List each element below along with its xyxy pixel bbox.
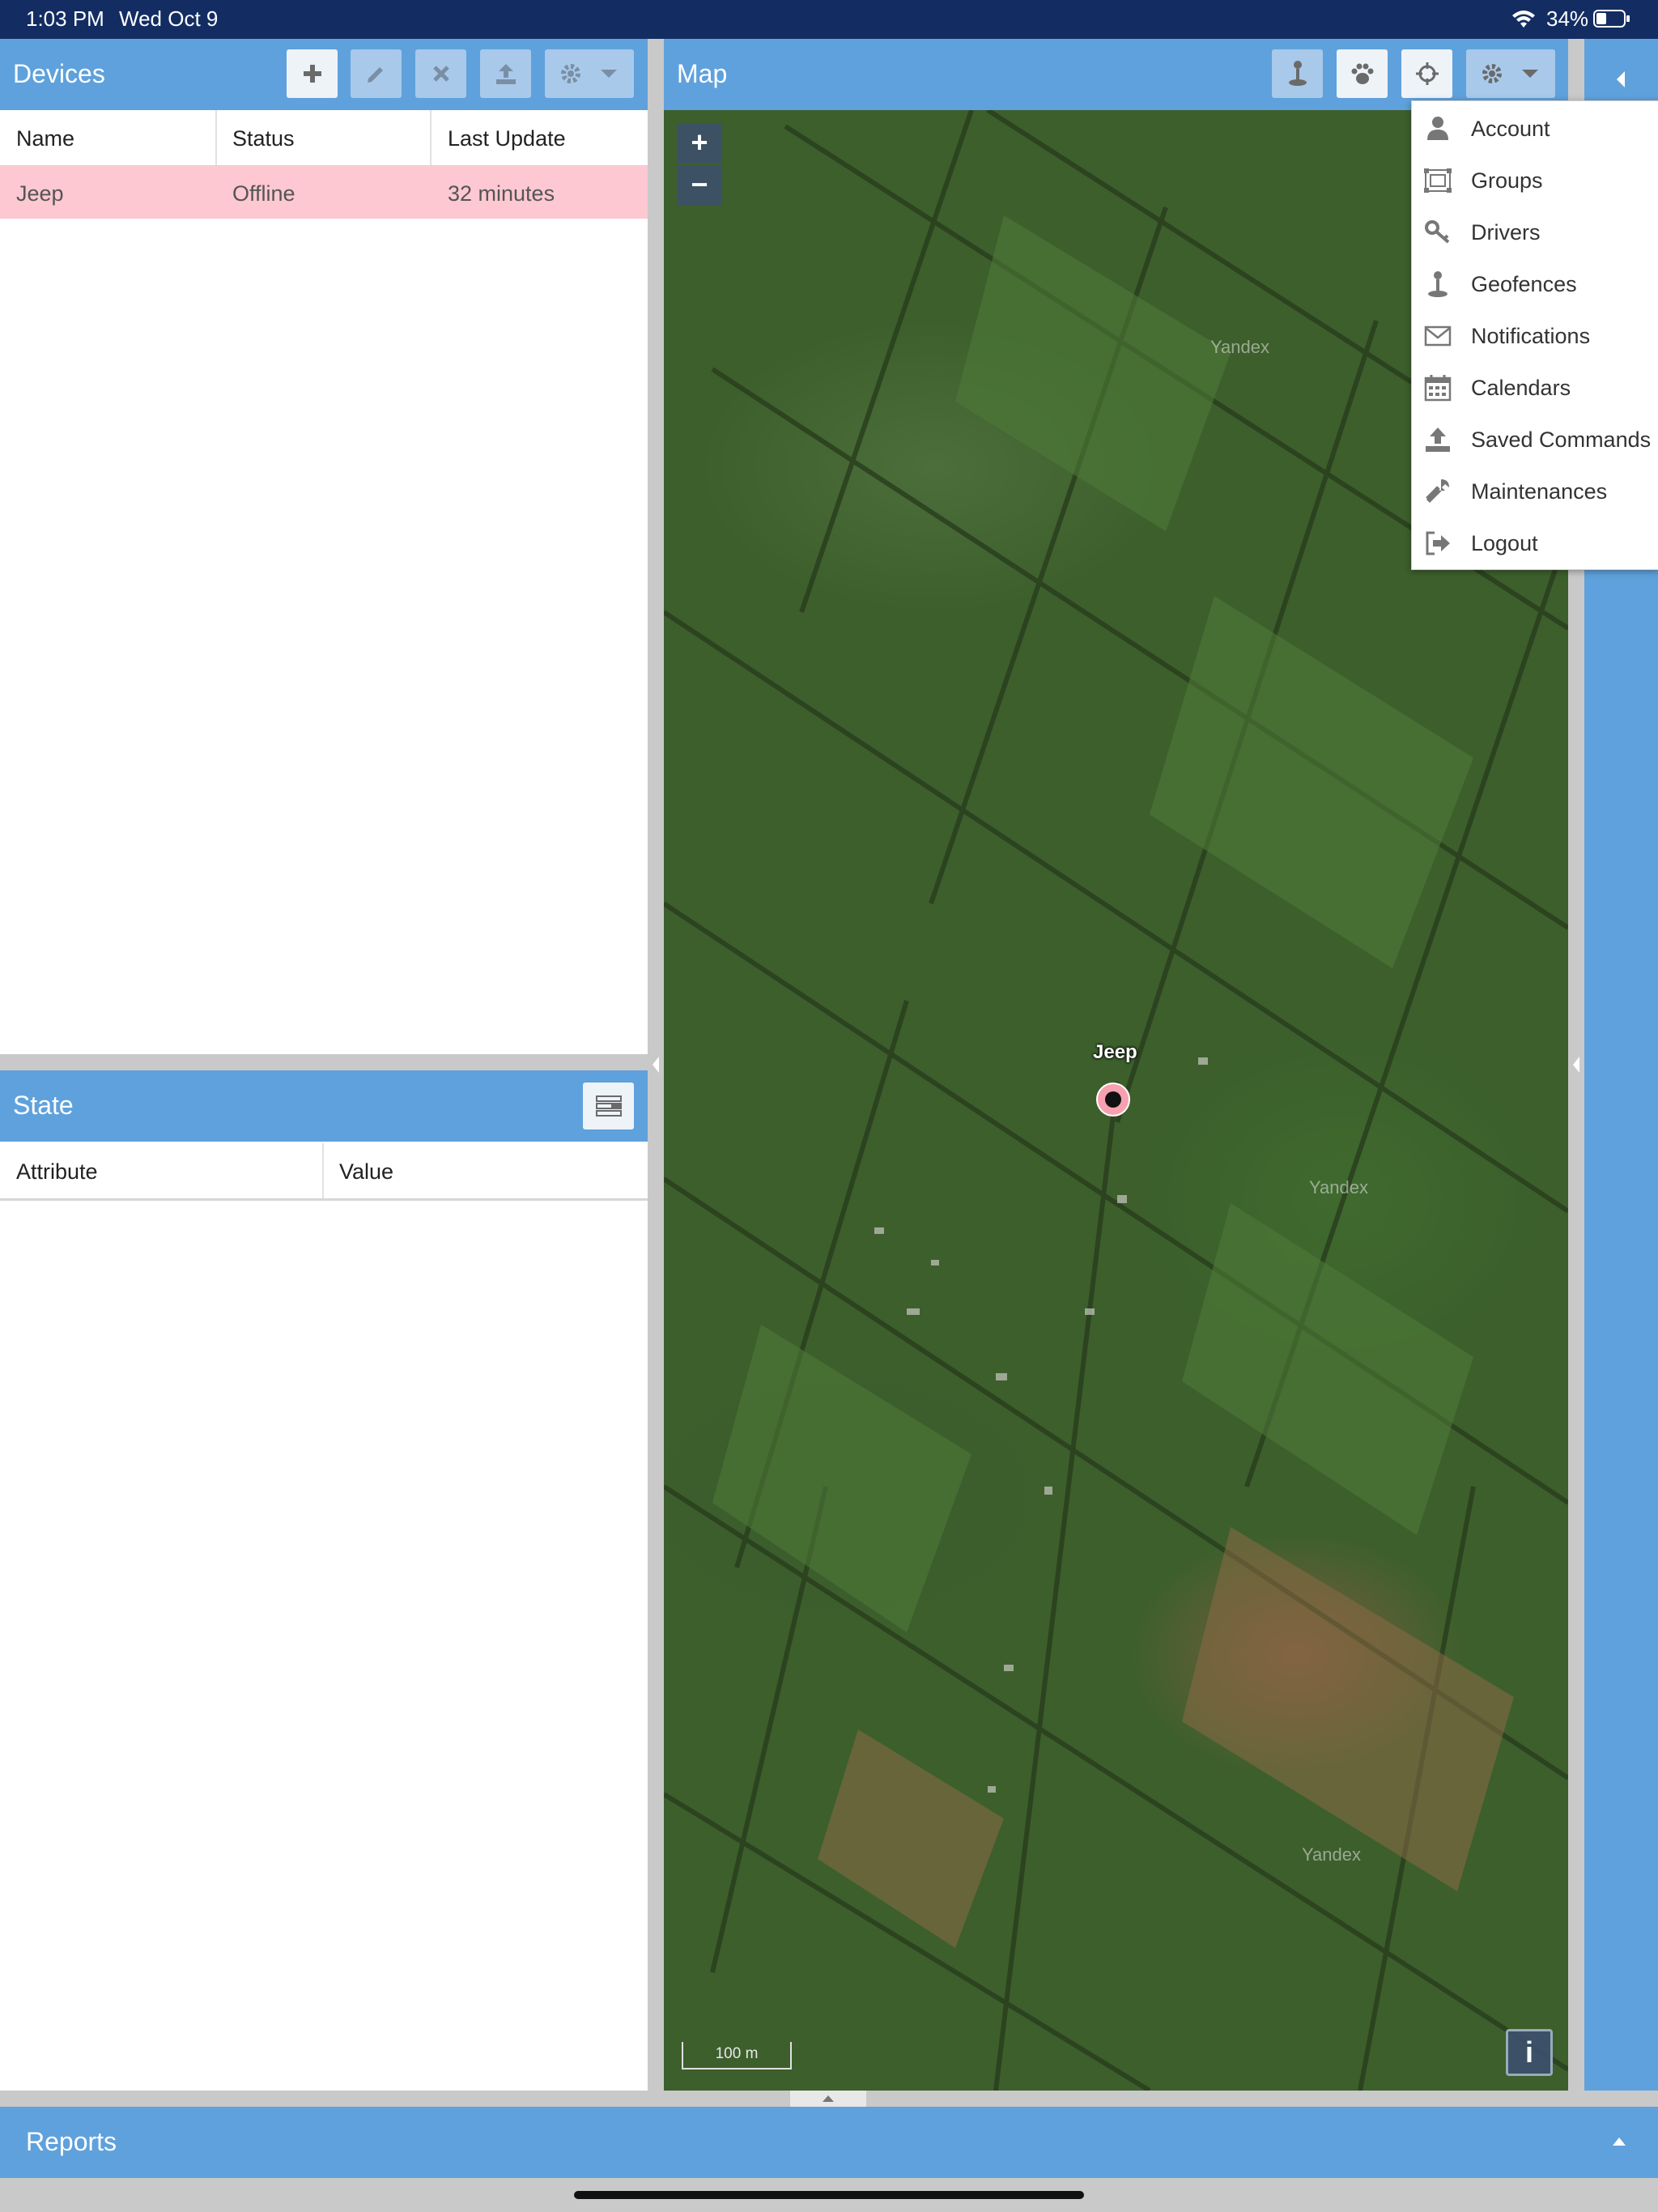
menu-item-notifications[interactable]: Notifications [1412, 310, 1658, 362]
key-icon [1425, 220, 1450, 244]
map-watermark: Yandex [1302, 1844, 1361, 1865]
column-header-value[interactable]: Value [339, 1159, 393, 1185]
groups-icon [1424, 168, 1452, 193]
collapse-right-icon[interactable] [1571, 1055, 1581, 1074]
pin-icon [1288, 61, 1307, 86]
envelope-icon [1424, 325, 1452, 347]
send-command-button[interactable] [480, 49, 531, 98]
menu-item-maintenances[interactable]: Maintenances [1412, 466, 1658, 517]
collapse-left-icon[interactable] [651, 1055, 661, 1074]
crosshair-icon [1415, 62, 1439, 85]
remove-device-button[interactable] [415, 49, 466, 98]
map-watermark: Yandex [1309, 1177, 1368, 1197]
devices-title: Devices [13, 59, 105, 88]
settings-menu-button[interactable] [1466, 49, 1555, 98]
left-splitter[interactable] [648, 39, 664, 2091]
locate-button[interactable] [1401, 49, 1452, 98]
home-indicator[interactable] [574, 2191, 1084, 2199]
caret-up-icon[interactable] [1611, 2136, 1627, 2147]
menu-item-label: Saved Commands [1471, 428, 1652, 452]
expand-panel-icon[interactable] [1615, 70, 1626, 89]
device-name: Jeep [16, 181, 64, 206]
device-marker[interactable] [1095, 1082, 1131, 1117]
menu-item-calendars[interactable]: Calendars [1412, 362, 1658, 414]
pencil-icon [367, 67, 383, 83]
menu-item-logout[interactable]: Logout [1412, 517, 1658, 569]
caret-down-icon [601, 70, 617, 78]
menu-item-drivers[interactable]: Drivers [1412, 206, 1658, 258]
upload-icon [495, 64, 516, 84]
device-status: Offline [232, 181, 295, 206]
battery-percent: 34% [1546, 6, 1589, 31]
menu-item-label: Notifications [1471, 324, 1591, 348]
state-table-header: Attribute Value [0, 1143, 648, 1201]
map-scale: 100 m [682, 2042, 792, 2069]
state-title: State [13, 1091, 74, 1120]
battery-icon [1593, 10, 1630, 28]
reports-expand-handle[interactable] [790, 2091, 866, 2107]
settings-dropdown-menu: Account Groups Drivers Geofences Notific… [1411, 100, 1658, 570]
device-settings-button[interactable] [545, 49, 634, 98]
add-device-button[interactable] [287, 49, 338, 98]
device-row-jeep[interactable]: Jeep Offline 32 minutes [0, 166, 648, 219]
status-date: Wed Oct 9 [119, 6, 219, 31]
column-divider [322, 1143, 324, 1198]
logout-icon [1426, 531, 1450, 555]
close-icon [432, 66, 449, 82]
caret-up-icon [823, 2095, 834, 2102]
device-marker-label: Jeep [1093, 1041, 1137, 1063]
reports-splitter[interactable] [0, 2091, 1658, 2107]
menu-item-geofences[interactable]: Geofences [1412, 258, 1658, 310]
user-icon [1427, 117, 1448, 140]
panel-splitter[interactable] [0, 1054, 648, 1070]
follow-toggle-button[interactable] [1337, 49, 1388, 98]
map-title: Map [677, 59, 728, 88]
state-columns-button[interactable] [583, 1083, 634, 1129]
reports-header[interactable]: Reports [0, 2107, 1658, 2178]
menu-item-label: Calendars [1471, 376, 1571, 400]
column-header-name[interactable]: Name [16, 126, 74, 151]
column-divider [430, 110, 432, 165]
menu-item-label: Maintenances [1471, 479, 1608, 504]
zoom-out-button[interactable]: − [677, 165, 722, 206]
geofence-toggle-button[interactable] [1272, 49, 1323, 98]
pin-icon [1428, 271, 1448, 297]
column-header-status[interactable]: Status [232, 126, 295, 151]
wrench-icon [1426, 479, 1449, 503]
paw-icon [1351, 63, 1373, 84]
menu-item-account[interactable]: Account [1412, 103, 1658, 155]
wifi-icon [1511, 8, 1537, 29]
gear-icon [561, 64, 580, 83]
column-header-attribute[interactable]: Attribute [16, 1159, 98, 1185]
device-last-update: 32 minutes [448, 181, 555, 206]
calendar-icon [1424, 375, 1452, 402]
attribution-info-button[interactable]: i [1506, 2029, 1553, 2076]
gear-icon [1482, 64, 1502, 83]
map-watermark: Yandex [1210, 337, 1269, 357]
zoom-in-button[interactable]: + [677, 123, 722, 164]
plus-icon [303, 65, 321, 83]
status-time: 1:03 PM [26, 6, 104, 31]
menu-item-label: Account [1471, 117, 1550, 141]
edit-device-button[interactable] [351, 49, 402, 98]
menu-item-label: Logout [1471, 531, 1538, 555]
state-header: State [0, 1070, 648, 1142]
menu-item-label: Geofences [1471, 272, 1577, 296]
menu-item-groups[interactable]: Groups [1412, 155, 1658, 206]
home-indicator-area [0, 2178, 1658, 2212]
marker-icon [1096, 1083, 1130, 1117]
status-bar: 1:03 PM Wed Oct 9 34% [0, 0, 1658, 39]
column-header-last-update[interactable]: Last Update [448, 126, 566, 151]
caret-down-icon [1522, 70, 1538, 78]
menu-item-label: Drivers [1471, 220, 1541, 245]
reports-title: Reports [26, 2127, 117, 2156]
list-icon [595, 1095, 622, 1117]
devices-table-header: Name Status Last Update [0, 110, 648, 168]
menu-item-label: Groups [1471, 168, 1543, 193]
upload-icon [1426, 428, 1450, 452]
column-divider [215, 110, 217, 165]
menu-item-saved-commands[interactable]: Saved Commands [1412, 414, 1658, 466]
